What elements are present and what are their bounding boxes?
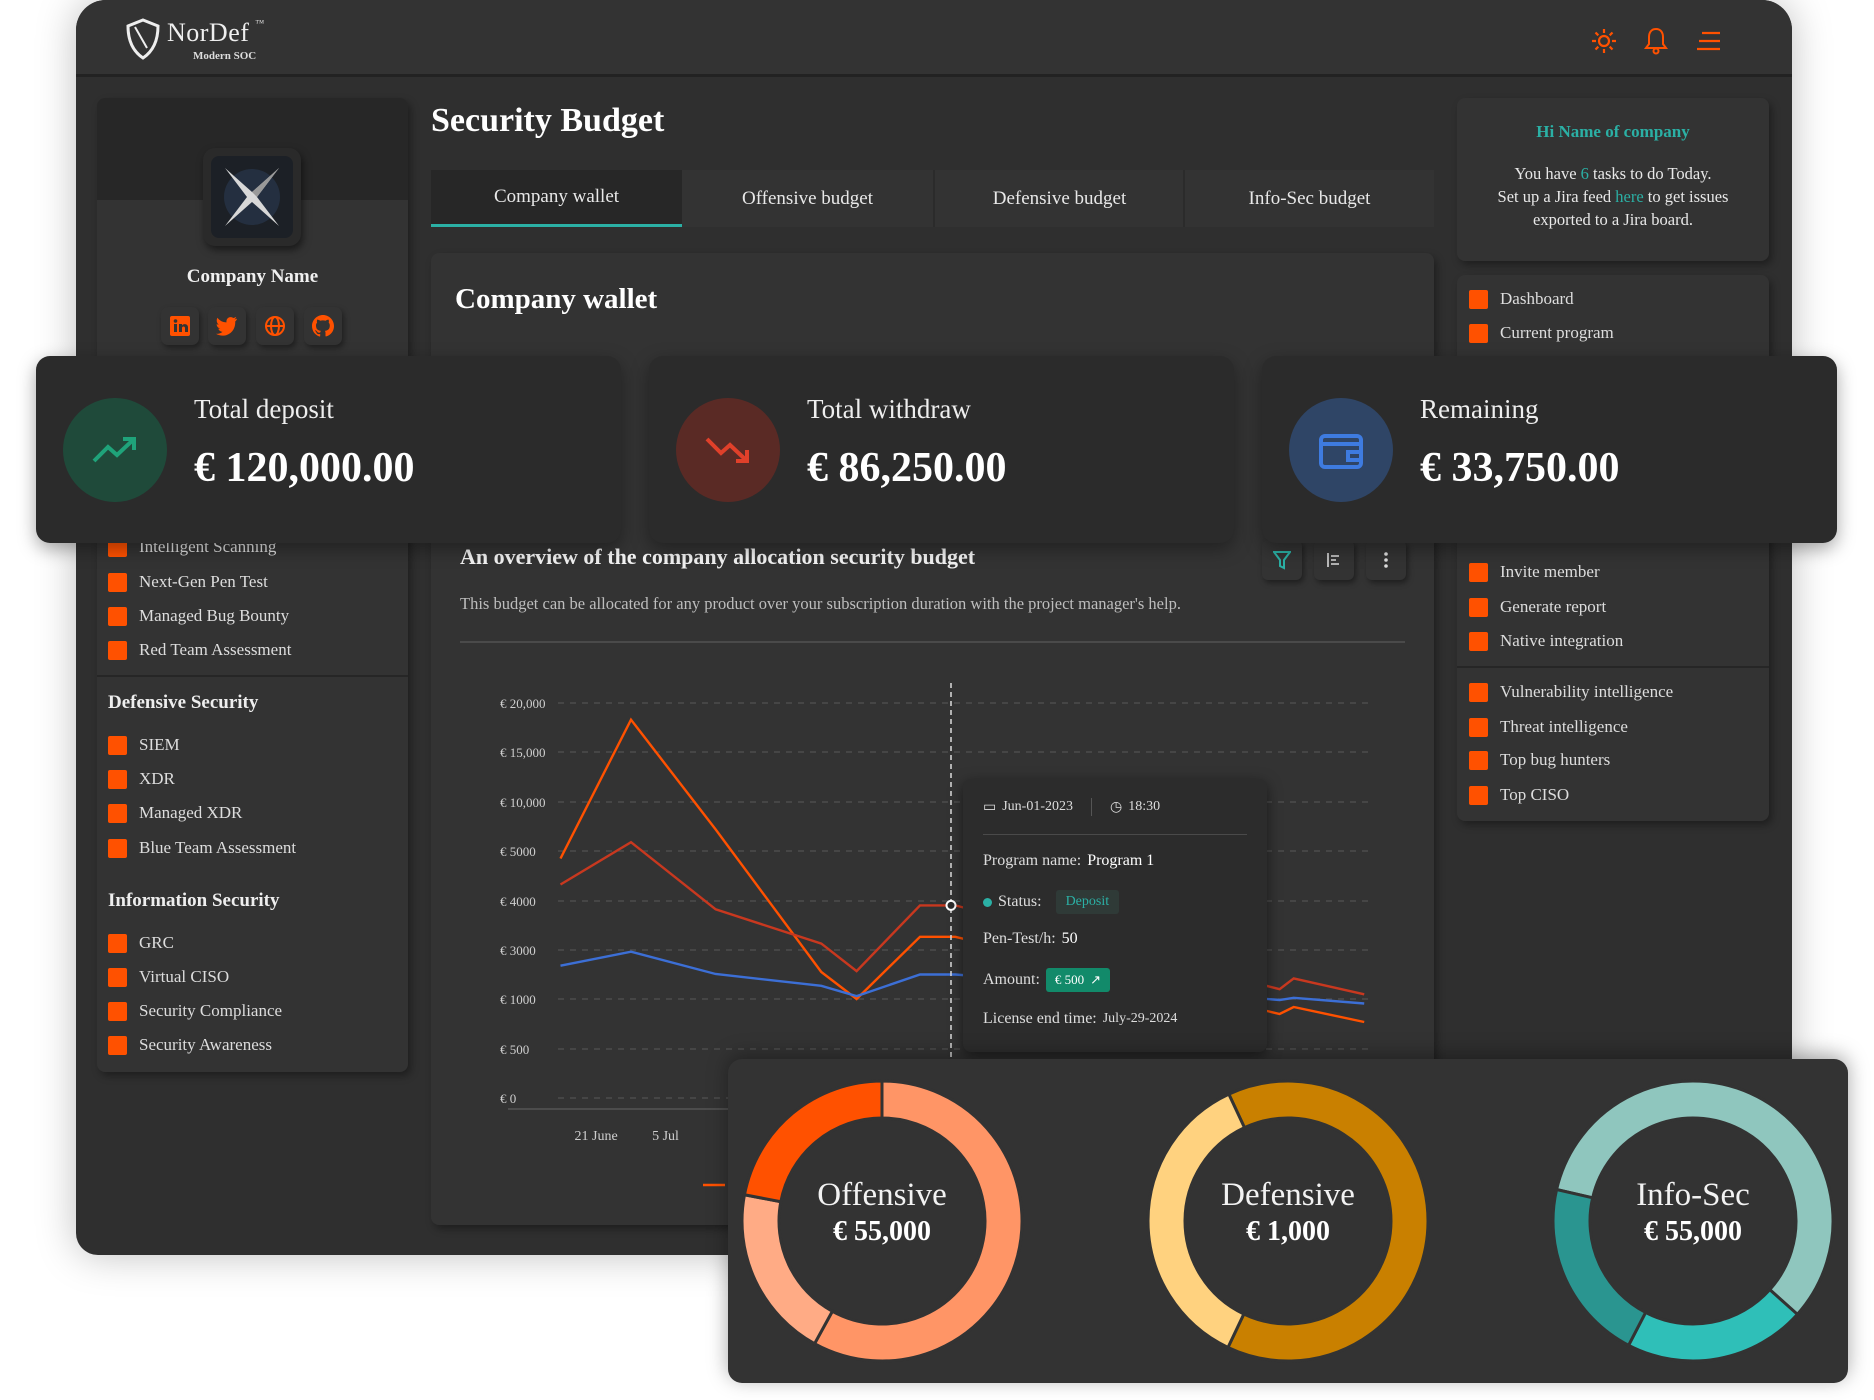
donut-value: € 55,000 [1644,1216,1742,1247]
donut-value: € 1,000 [1246,1216,1330,1247]
donut-segment [1626,1287,1800,1363]
donut-name: Offensive [817,1177,947,1213]
donut-label-defensive: Defensive € 1,000 [1168,1177,1408,1248]
donut-name: Info-Sec [1636,1177,1750,1213]
donut-name: Defensive [1221,1177,1355,1213]
donut-label-offensive: Offensive € 55,000 [762,1177,1002,1248]
donut-value: € 55,000 [833,1216,931,1247]
donut-label-infosec: Info-Sec € 55,000 [1573,1177,1813,1248]
